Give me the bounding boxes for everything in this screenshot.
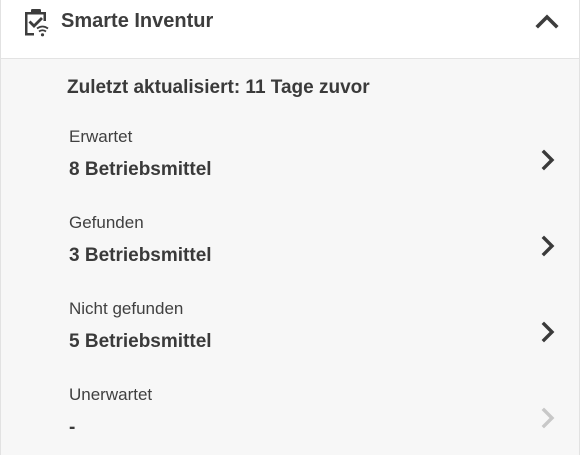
chevron-right-icon[interactable] bbox=[540, 235, 556, 257]
clipboard-check-wifi-icon bbox=[25, 9, 49, 37]
row-value: 5 Betriebsmittel bbox=[69, 331, 212, 352]
row-expected[interactable]: Erwartet 8 Betriebsmittel bbox=[1, 127, 579, 207]
row-found[interactable]: Gefunden 3 Betriebsmittel bbox=[1, 213, 579, 293]
chevron-right-icon[interactable] bbox=[540, 321, 556, 343]
chevron-right-icon bbox=[541, 407, 555, 429]
row-value: 3 Betriebsmittel bbox=[69, 245, 212, 266]
row-label: Unerwartet bbox=[69, 385, 153, 404]
row-value: 8 Betriebsmittel bbox=[69, 159, 212, 180]
panel-title: Smarte Inventur bbox=[61, 10, 214, 32]
row-label: Nicht gefunden bbox=[69, 299, 184, 318]
row-value: - bbox=[69, 417, 76, 438]
row-unexpected: Unerwartet - bbox=[1, 385, 579, 455]
smart-inventory-panel: Smarte Inventur Zuletzt aktualisiert: 11… bbox=[0, 0, 580, 455]
smart-inventory-header[interactable]: Smarte Inventur bbox=[1, 0, 579, 59]
chevron-right-icon[interactable] bbox=[540, 149, 556, 171]
last-updated-text: Zuletzt aktualisiert: 11 Tage zuvor bbox=[67, 77, 370, 98]
row-label: Gefunden bbox=[69, 213, 144, 232]
chevron-up-icon[interactable] bbox=[535, 11, 559, 31]
row-not-found[interactable]: Nicht gefunden 5 Betriebsmittel bbox=[1, 299, 579, 379]
row-label: Erwartet bbox=[69, 127, 133, 146]
